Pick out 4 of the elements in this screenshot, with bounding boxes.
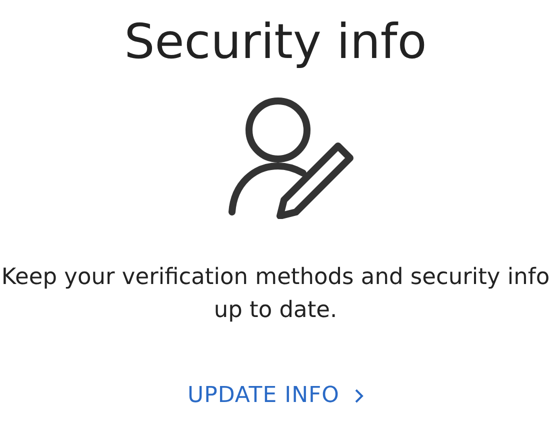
chevron-right-icon <box>354 388 364 404</box>
update-info-link[interactable]: UPDATE INFO <box>187 383 364 408</box>
page-title: Security info <box>124 13 427 72</box>
description-text: Keep your verification methods and security info up to date. <box>0 263 551 325</box>
